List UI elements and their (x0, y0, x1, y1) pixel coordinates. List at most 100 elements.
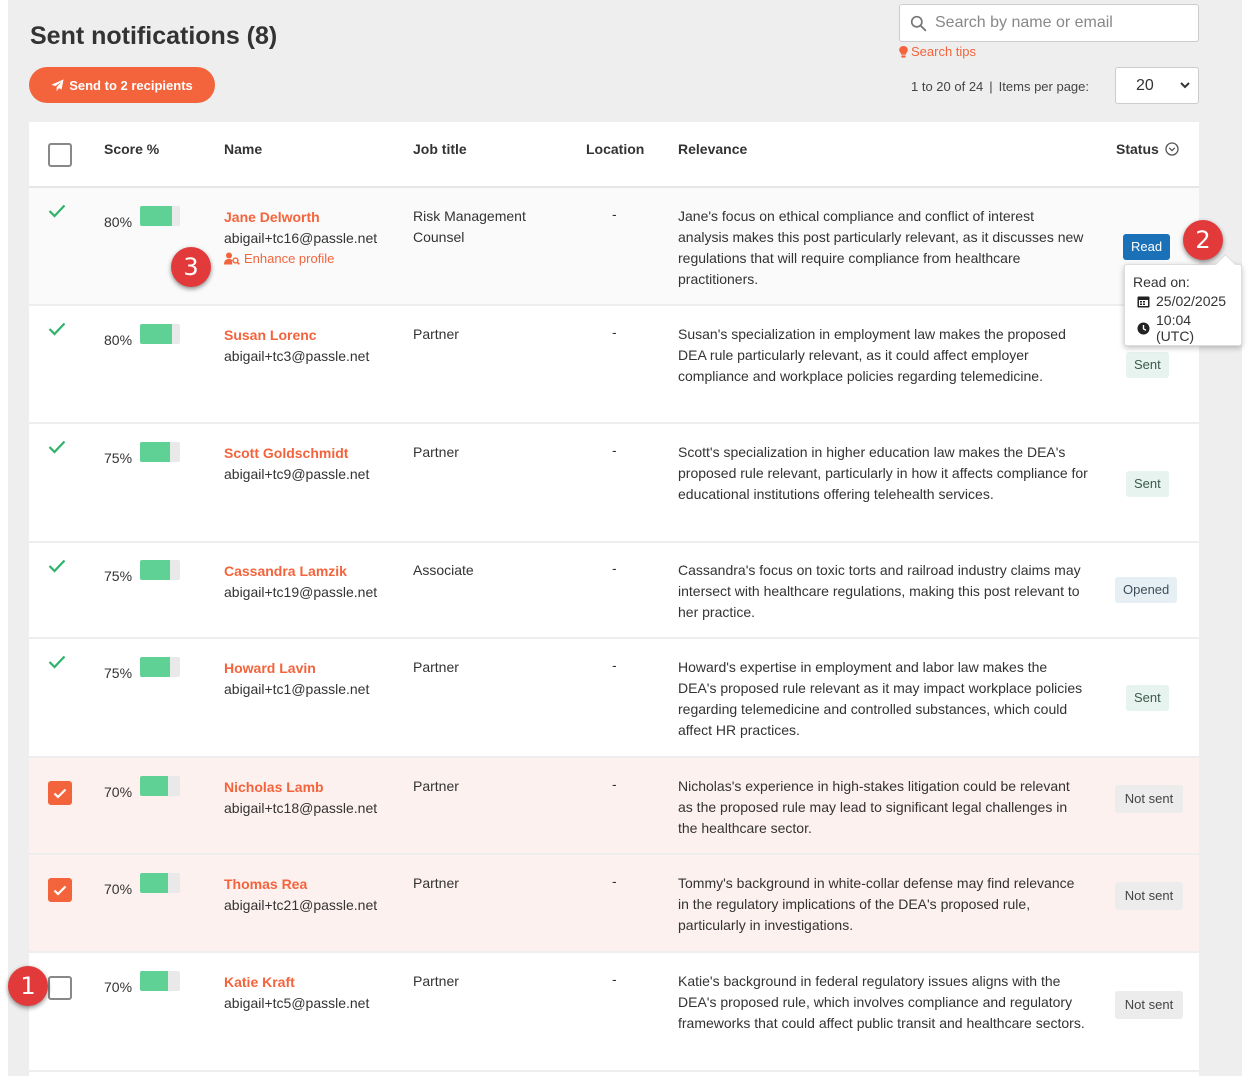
score-bar (140, 776, 180, 796)
location: - (612, 657, 617, 673)
status-badge[interactable]: Not sent (1115, 991, 1183, 1019)
pagination-separator: | (989, 79, 993, 94)
recipient-name[interactable]: Jane Delworth (224, 209, 320, 225)
relevance-text: Susan's specialization in employment law… (678, 326, 1066, 384)
score-bar (140, 971, 180, 991)
job-title: Partner (413, 659, 459, 675)
status-badge[interactable]: Read (1123, 234, 1171, 260)
column-status-label: Status (1116, 141, 1159, 157)
check-icon (53, 885, 67, 896)
recipient-name[interactable]: Katie Kraft (224, 974, 295, 990)
table-row: 75% Scott Goldschmidt abigail+tc9@passle… (29, 424, 1199, 543)
recipient-name[interactable]: Howard Lavin (224, 660, 316, 676)
status-badge[interactable]: Not sent (1115, 785, 1183, 813)
score-bar-fill (140, 657, 170, 677)
search-tips-label: Search tips (911, 44, 977, 59)
check-icon (48, 440, 66, 454)
recipient-email: abigail+tc21@passle.net (224, 897, 378, 913)
location: - (612, 971, 617, 987)
score-value: 70% (104, 979, 133, 995)
status-badge[interactable]: Opened (1115, 577, 1178, 603)
tooltip-date-line: 25/02/2025 (1133, 293, 1233, 309)
location: - (612, 206, 617, 222)
relevance-text: Tommy's background in white-collar defen… (678, 875, 1075, 933)
row-checkbox[interactable] (48, 976, 72, 1000)
items-per-page-select[interactable]: 20 (1115, 67, 1199, 104)
relevance-text: Katie's background in federal regulatory… (678, 973, 1085, 1031)
location: - (612, 560, 617, 576)
chevron-down-icon (1180, 82, 1190, 89)
search-tips-link[interactable]: Search tips (899, 44, 976, 59)
table-row: 75% Cassandra Lamzik abigail+tc19@passle… (29, 543, 1199, 639)
column-score[interactable]: Score % (104, 141, 159, 157)
send-button[interactable]: Send to 2 recipients (29, 67, 215, 103)
location: - (612, 776, 617, 792)
chevron-circle-down-icon (1165, 142, 1179, 156)
recipient-name[interactable]: Nicholas Lamb (224, 779, 324, 795)
callout-marker-1: 1 (8, 966, 48, 1006)
score-bar-fill (140, 442, 170, 462)
recipient-name[interactable]: Cassandra Lamzik (224, 563, 347, 579)
relevance-text: Howard's expertise in employment and lab… (678, 659, 1083, 738)
recipient-name[interactable]: Susan Lorenc (224, 327, 317, 343)
tooltip-title: Read on: (1133, 274, 1190, 290)
calendar-icon (1137, 296, 1150, 307)
table-row: 70% Nicholas Lamb abigail+tc18@passle.ne… (29, 758, 1199, 855)
enhance-profile-link[interactable]: Enhance profile (224, 251, 334, 266)
status-badge[interactable]: Sent (1126, 471, 1169, 497)
row-checkbox[interactable] (48, 878, 72, 902)
location: - (612, 873, 617, 889)
recipient-email: abigail+tc9@passle.net (224, 466, 370, 482)
items-per-page-value: 20 (1136, 76, 1154, 94)
score-bar (140, 206, 180, 226)
callout-marker-2: 2 (1183, 220, 1223, 260)
select-all-checkbox[interactable] (48, 143, 72, 167)
score-bar (140, 442, 180, 462)
recipient-name[interactable]: Scott Goldschmidt (224, 445, 348, 461)
search-icon (910, 15, 927, 31)
lightbulb-icon (899, 45, 908, 58)
score-bar-fill (140, 873, 168, 893)
column-name[interactable]: Name (224, 141, 262, 157)
location: - (612, 442, 617, 458)
score-bar (140, 873, 180, 893)
recipient-email: abigail+tc18@passle.net (224, 800, 378, 816)
paper-plane-icon (51, 78, 64, 91)
status-badge[interactable]: Not sent (1115, 882, 1183, 910)
column-job-title[interactable]: Job title (413, 141, 467, 157)
check-icon (48, 559, 66, 573)
job-title: Partner (413, 778, 459, 794)
job-title: Partner (413, 444, 459, 460)
row-checkbox[interactable] (48, 781, 72, 805)
status-badge[interactable]: Sent (1126, 685, 1169, 711)
column-location[interactable]: Location (586, 141, 644, 157)
job-title: Associate (413, 562, 474, 578)
relevance-text: Jane's focus on ethical compliance and c… (678, 208, 1084, 287)
recipient-email: abigail+tc3@passle.net (224, 348, 370, 364)
table-row: 75% Howard Lavin abigail+tc1@passle.net … (29, 639, 1199, 758)
score-bar (140, 324, 180, 344)
check-icon (48, 322, 66, 336)
check-icon (53, 788, 67, 799)
page-title: Sent notifications (8) (30, 22, 278, 50)
score-bar-fill (140, 971, 168, 991)
score-value: 75% (104, 568, 133, 584)
score-bar-fill (140, 560, 170, 580)
read-tooltip: Read on: 25/02/2025 10:04 (UTC) (1124, 264, 1242, 346)
check-icon (48, 655, 66, 669)
send-button-label: Send to 2 recipients (69, 77, 193, 93)
score-value: 75% (104, 450, 133, 466)
callout-marker-3: 3 (171, 247, 211, 287)
search-input[interactable] (935, 14, 1185, 32)
recipient-name[interactable]: Thomas Rea (224, 876, 307, 892)
tooltip-time: 10:04 (UTC) (1156, 312, 1195, 344)
score-bar (140, 560, 180, 580)
column-status[interactable]: Status (1116, 141, 1179, 157)
table-row: 70% Katie Kraft abigail+tc5@passle.net P… (29, 953, 1199, 1072)
recipient-email: abigail+tc5@passle.net (224, 995, 370, 1011)
status-badge[interactable]: Sent (1126, 352, 1169, 378)
clock-icon (1137, 322, 1150, 334)
search-box (899, 4, 1199, 42)
tooltip-time-line: 10:04 (UTC) (1133, 312, 1233, 344)
score-value: 70% (104, 784, 133, 800)
